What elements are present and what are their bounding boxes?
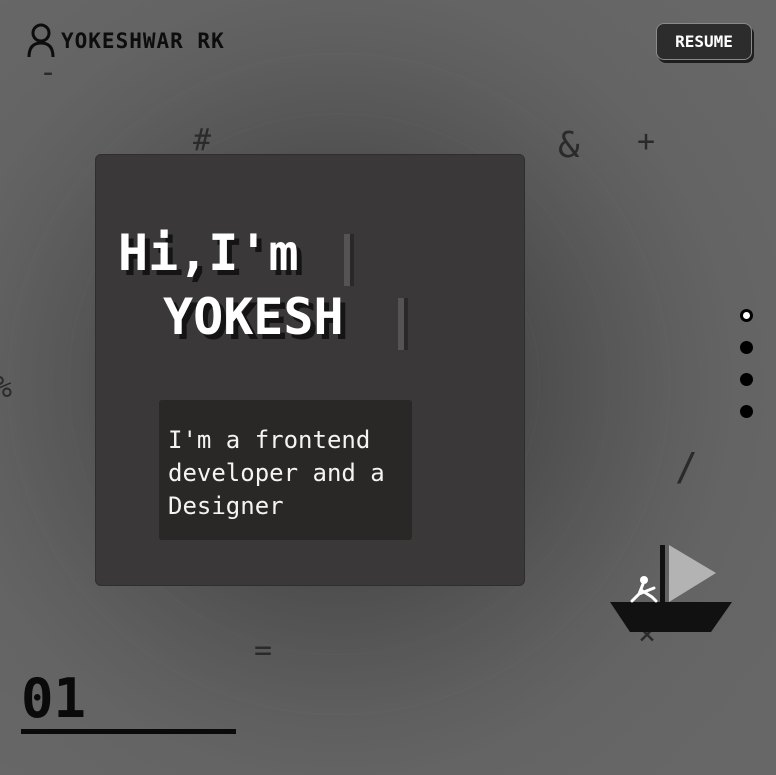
typing-caret bbox=[344, 234, 354, 286]
intro-text-box: I'm a frontend developer and a Designer bbox=[159, 400, 412, 540]
hero-greeting: Hi,I'm bbox=[118, 224, 299, 282]
user-icon bbox=[27, 23, 55, 59]
brand[interactable]: YOKESHWAR RK bbox=[27, 23, 225, 59]
resume-button[interactable]: RESUME bbox=[656, 23, 752, 60]
brand-name: YOKESHWAR RK bbox=[61, 29, 225, 53]
sailboat-icon bbox=[608, 540, 736, 640]
page-dot-2[interactable] bbox=[740, 341, 753, 354]
decor-symbol-ampersand: & bbox=[558, 125, 580, 166]
page-dot-4[interactable] bbox=[740, 405, 753, 418]
intro-line: I'm a frontend bbox=[168, 426, 371, 454]
page-number-underline bbox=[21, 729, 236, 734]
decor-symbol-plus: + bbox=[637, 124, 656, 159]
page-dot-1[interactable] bbox=[740, 309, 753, 322]
decor-symbol-slash: / bbox=[675, 445, 698, 489]
hero-name: YOKESH bbox=[163, 288, 344, 346]
decor-symbol-percent: % bbox=[0, 373, 12, 403]
intro-line: developer and a bbox=[168, 459, 385, 487]
decor-symbol-dash: - bbox=[39, 55, 58, 90]
decor-symbol-equals: = bbox=[254, 633, 273, 668]
decor-symbol-hash: # bbox=[193, 123, 212, 158]
typing-caret bbox=[398, 298, 408, 350]
intro-line: Designer bbox=[168, 492, 284, 520]
page-dot-3[interactable] bbox=[740, 373, 753, 386]
page-number: 01 bbox=[21, 667, 87, 730]
